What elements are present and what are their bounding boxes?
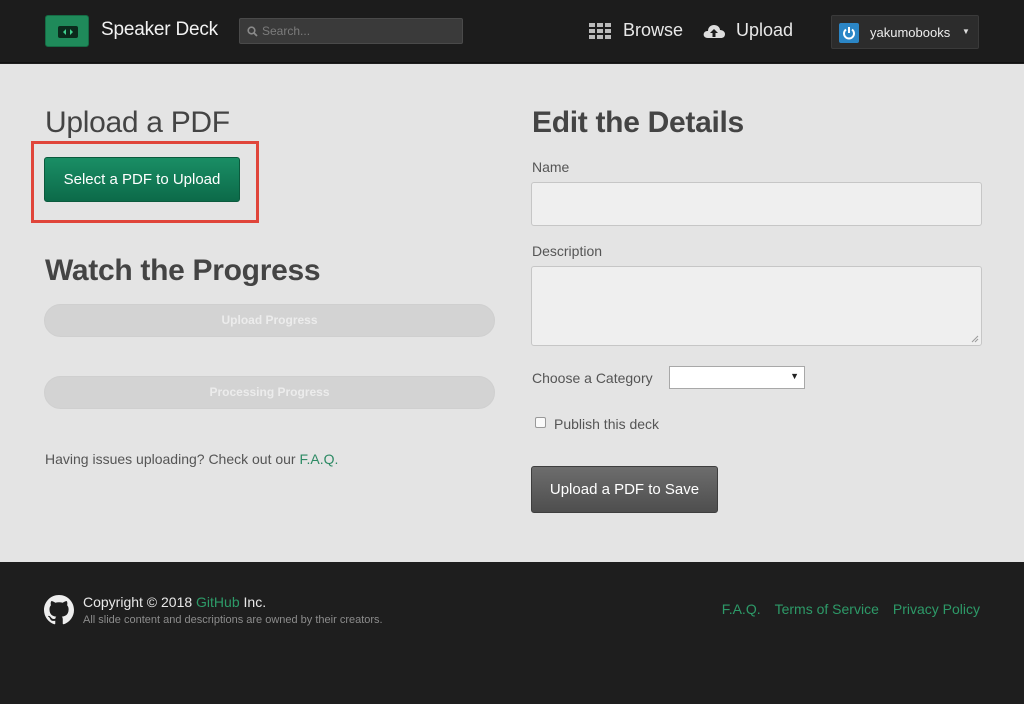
save-button[interactable]: Upload a PDF to Save (531, 466, 718, 513)
cloud-upload-icon (703, 24, 725, 38)
footer-faq-link[interactable]: F.A.Q. (722, 601, 761, 617)
search-icon (247, 26, 258, 37)
category-select[interactable]: ▼ (669, 366, 805, 389)
help-text-prefix: Having issues uploading? Check out our (45, 451, 300, 467)
github-link[interactable]: GitHub (196, 594, 240, 610)
description-label: Description (532, 243, 603, 259)
copyright-prefix: Copyright © 2018 (83, 594, 197, 610)
select-pdf-button[interactable]: Select a PDF to Upload (44, 157, 240, 202)
processing-progress-bar: Processing Progress (44, 376, 495, 409)
power-icon (843, 27, 855, 40)
caret-down-icon: ▼ (962, 27, 970, 36)
nav-upload[interactable]: Upload (702, 20, 793, 41)
avatar (839, 23, 859, 43)
username: yakumobooks (870, 25, 951, 40)
upload-heading: Upload a PDF (45, 106, 230, 139)
name-label: Name (532, 159, 570, 175)
ownership-note: All slide content and descriptions are o… (83, 614, 383, 626)
dropdown-arrow-icon: ▼ (790, 371, 799, 381)
faq-link[interactable]: F.A.Q. (300, 451, 339, 467)
main-content: Upload a PDF Select a PDF to Upload Watc… (0, 64, 1024, 562)
footer-links: F.A.Q. Terms of Service Privacy Policy (722, 601, 980, 617)
resize-grip-icon[interactable] (971, 335, 979, 343)
grid-icon (589, 22, 611, 39)
details-heading: Edit the Details (532, 106, 744, 139)
user-menu[interactable]: yakumobooks ▼ (831, 15, 979, 49)
top-navbar: Speaker Deck Browse Upload yakumobooks ▼ (0, 0, 1024, 63)
brand-name[interactable]: Speaker Deck (101, 19, 218, 41)
footer: Copyright © 2018 GitHub Inc. All slide c… (0, 562, 1024, 704)
category-label: Choose a Category (532, 370, 653, 386)
search-input[interactable] (262, 22, 458, 40)
upload-progress-bar: Upload Progress (44, 304, 495, 337)
description-textarea[interactable] (531, 266, 982, 346)
nav-browse-label: Browse (623, 20, 684, 40)
footer-privacy-link[interactable]: Privacy Policy (893, 601, 980, 617)
speaker-deck-logo[interactable] (45, 15, 89, 47)
nav-upload-label: Upload (736, 20, 794, 40)
publish-checkbox[interactable] (535, 417, 546, 428)
publish-label[interactable]: Publish this deck (554, 416, 659, 432)
logo-icon (58, 26, 78, 38)
nav-browse[interactable]: Browse (589, 20, 683, 41)
name-input[interactable] (531, 182, 982, 226)
copyright-suffix: Inc. (239, 594, 267, 610)
help-text: Having issues uploading? Check out our F… (45, 451, 338, 467)
progress-heading: Watch the Progress (45, 254, 321, 287)
footer-terms-link[interactable]: Terms of Service (775, 601, 879, 617)
search-box[interactable] (239, 18, 463, 44)
github-icon[interactable] (44, 595, 74, 625)
copyright-text: Copyright © 2018 GitHub Inc. (83, 594, 266, 610)
